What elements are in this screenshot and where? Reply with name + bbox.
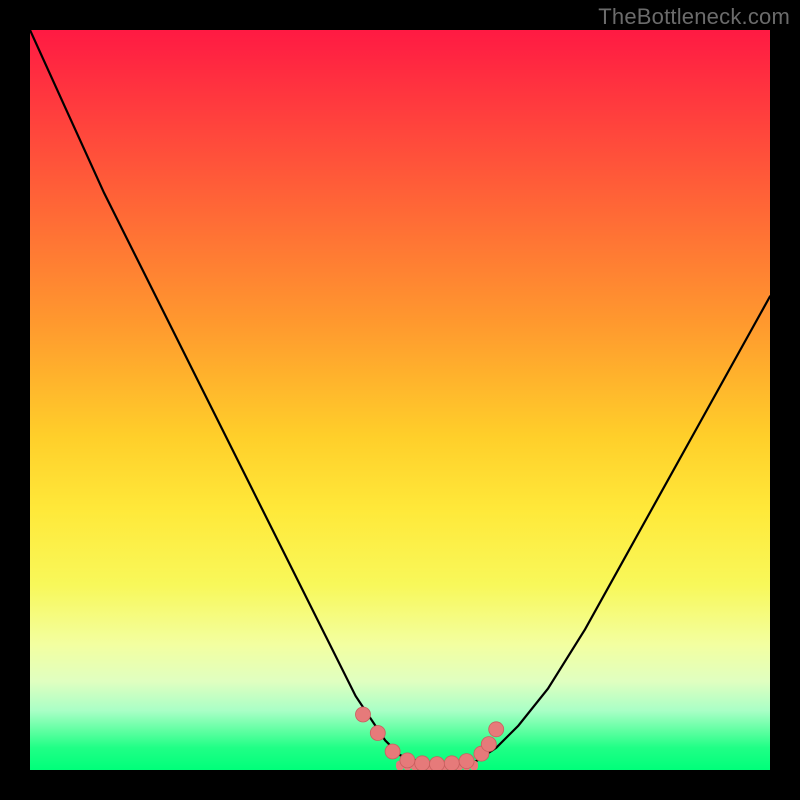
chart-svg — [30, 30, 770, 770]
data-marker — [481, 737, 496, 752]
data-marker — [400, 753, 415, 768]
data-marker — [489, 722, 504, 737]
data-marker — [415, 756, 430, 770]
plot-area — [30, 30, 770, 770]
right-branch-line — [474, 296, 770, 762]
data-marker — [385, 744, 400, 759]
chart-frame: TheBottleneck.com — [0, 0, 800, 800]
left-branch-line — [30, 30, 422, 763]
data-marker — [459, 754, 474, 769]
watermark-text: TheBottleneck.com — [598, 4, 790, 30]
marker-points — [356, 707, 504, 770]
data-marker — [444, 756, 459, 770]
data-marker — [430, 757, 445, 770]
data-marker — [370, 726, 385, 741]
data-marker — [356, 707, 371, 722]
